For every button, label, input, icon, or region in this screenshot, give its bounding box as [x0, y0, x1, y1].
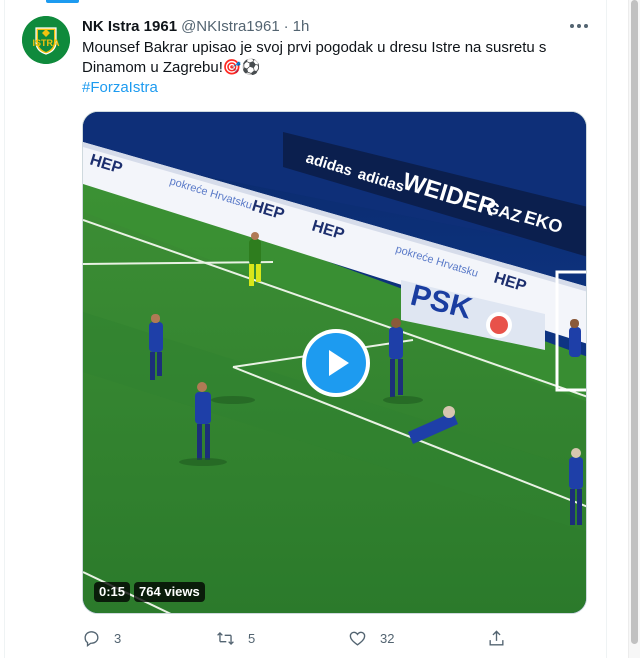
- heart-icon: [349, 631, 366, 646]
- more-dot-icon: [577, 24, 581, 28]
- like-count: 32: [380, 630, 395, 646]
- retweet-count: 5: [248, 630, 256, 646]
- tweet-body: Mounsef Bakrar upisao je svoj prvi pogod…: [82, 39, 547, 76]
- video-duration: 0:15: [94, 582, 131, 602]
- more-dot-icon: [570, 24, 574, 28]
- tweet-emojis: 🎯⚽: [222, 59, 261, 76]
- scrollbar-thumb[interactable]: [631, 0, 638, 644]
- reply-count: 3: [114, 630, 122, 646]
- hashtag-link[interactable]: #ForzaIstra: [82, 78, 158, 98]
- active-tab-indicator: [46, 0, 79, 3]
- more-dot-icon: [584, 24, 588, 28]
- right-border: [606, 0, 607, 658]
- video-meta: 0:15 764 views: [94, 582, 205, 602]
- retweet-icon: [217, 631, 234, 645]
- author-handle[interactable]: @NKIstra1961: [181, 18, 280, 35]
- play-icon: [306, 333, 366, 393]
- author-name[interactable]: NK Istra 1961: [82, 18, 177, 35]
- club-crest-icon: ISTRA: [22, 16, 70, 64]
- reply-button[interactable]: 3: [82, 626, 121, 650]
- tweet-frame: ISTRA NK Istra 1961 @NKIstra1961 · 1h Mo…: [0, 0, 640, 658]
- tweet-text: Mounsef Bakrar upisao je svoj prvi pogod…: [82, 38, 582, 78]
- svg-text:ISTRA: ISTRA: [33, 38, 61, 48]
- reply-icon: [84, 630, 99, 647]
- share-button[interactable]: [487, 626, 506, 650]
- timestamp[interactable]: 1h: [293, 18, 310, 35]
- tweet-actions: 3 5 32: [82, 626, 512, 650]
- video-views: 764 views: [134, 582, 205, 602]
- like-button[interactable]: 32: [348, 626, 394, 650]
- play-button[interactable]: [302, 329, 370, 397]
- more-options-button[interactable]: [566, 16, 592, 36]
- share-icon: [489, 629, 504, 646]
- tweet-header: NK Istra 1961 @NKIstra1961 · 1h: [82, 16, 309, 36]
- retweet-button[interactable]: 5: [216, 626, 255, 650]
- left-border: [4, 0, 5, 658]
- avatar[interactable]: ISTRA: [22, 16, 70, 64]
- separator-dot: ·: [283, 17, 289, 35]
